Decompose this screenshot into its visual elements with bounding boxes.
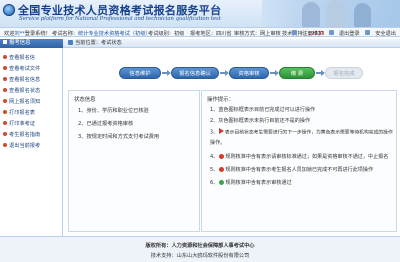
step-payment[interactable]: 缴 费 <box>279 67 315 79</box>
help-item: 1、蓝色图标框表示目前已完成过可以进行操作 <box>210 107 316 113</box>
step-confirm-info[interactable]: 报名信息确认 <box>171 67 219 79</box>
exam-level: 考试级别：初级 <box>148 30 185 37</box>
link-register[interactable]: 注册维护 <box>292 30 323 37</box>
step-arrow <box>220 70 229 76</box>
step-arrow <box>316 70 325 76</box>
exam-name: 考试名称：统计专业技术资格考试（初级） <box>52 30 151 37</box>
user-icon <box>292 30 298 35</box>
site-subtitle: Service platform for National Profession… <box>19 16 221 22</box>
logout-icon <box>328 30 334 35</box>
bullet-icon <box>3 143 7 147</box>
sidebar-item-guidelines[interactable]: 网上报名须知 <box>3 98 61 107</box>
help-item: 2、灰色图标框表示未执行目前还不是的操作 <box>210 118 311 124</box>
sidebar-item-guide[interactable]: 考生报名指南 <box>3 131 61 140</box>
sidebar-item-print-form[interactable]: 打印报名表 <box>3 109 61 118</box>
tech-support: 技术支持：山东山大鸥玛软件股份有限公司 <box>150 253 250 259</box>
sidebar-item-view-info[interactable]: 查看报名信 <box>3 54 61 63</box>
link-logout[interactable]: 退出登录 <box>328 30 360 37</box>
review-mode: 审核方式：网上审核 <box>234 30 281 37</box>
bullet-icon <box>3 110 7 114</box>
help-panel: 操作提示： 1、蓝色图标框表示目前已完成过可以进行操作 2、灰色图标框表示未执行… <box>201 90 397 232</box>
help-item: 操作。 <box>210 140 226 146</box>
status-panel: 状态信息 1、身份、学历和职业位已核验 2、已通过报考资格审核 3、按规定时间和… <box>68 90 200 232</box>
bullet-icon <box>3 121 7 125</box>
title-row: 报考信息 当前位置：考试状态 <box>0 39 400 48</box>
bullet-icon <box>3 77 7 81</box>
step-info-maintenance[interactable]: 信息维护 <box>119 67 161 79</box>
help-panel-title: 操作提示： <box>207 97 234 103</box>
locked-icon <box>219 166 225 172</box>
status-item: 2、已通过报考资格审核 <box>78 121 134 127</box>
bullet-icon <box>3 132 7 136</box>
bullet-icon <box>3 66 7 70</box>
page: 全国专业技术人员资格考试报名服务平台 Service platform for … <box>0 0 400 262</box>
help-item: 3、 表示目前状态考生需要进行的下一步操作，为黄色表示需要等待机构完成的操作 <box>210 128 393 136</box>
copyright: 版权所有：人力资源和社会保障部人事考试中心 <box>145 243 255 249</box>
site-header: 全国专业技术人员资格考试报名服务平台 Service platform for … <box>0 0 400 27</box>
footer: 版权所有：人力资源和社会保障部人事考试中心 技术支持：山东山大鸥玛软件股份有限公… <box>0 236 400 262</box>
help-item: 4、 规则核准中含有表示请审核标准通过；如果是资格审核不通过，中止报名 <box>210 153 389 160</box>
main-content: 信息维护 报名信息确认 资格审核 缴 费 报名完成 状态信息 1、身份、学历和职… <box>63 48 400 236</box>
breadcrumb: 当前位置：考试状态 <box>63 39 400 48</box>
failed-icon <box>219 153 225 159</box>
progress-steps: 信息维护 报名信息确认 资格审核 缴 费 报名完成 <box>119 67 400 81</box>
exam-region: 报考地区：四川省 <box>190 30 232 37</box>
status-item: 3、按规定时间和方式支付考试费用 <box>78 134 160 140</box>
link-safe-exit[interactable]: 安全退出 <box>365 30 396 37</box>
help-item: 6、 规则核准中含有表示审核通过 <box>210 179 292 186</box>
sidebar: 查看报名信 查看考试文件 查看报名信息 查看报名状态 网上报名须知 打印报名表 … <box>0 48 63 236</box>
sidebar-item-exam-files[interactable]: 查看考试文件 <box>3 65 61 74</box>
home-icon <box>68 39 73 45</box>
step-qualification-review[interactable]: 资格审核 <box>229 67 269 79</box>
step-arrow <box>270 70 279 76</box>
breadcrumb-current: 考试状态 <box>100 40 122 46</box>
logo-icon <box>3 4 15 16</box>
step-arrow <box>162 70 171 76</box>
help-item: 5、 规则核准中含有表示考生报名人员加锁已完成不可再进行此项操作 <box>210 166 374 173</box>
menu-icon <box>3 40 7 44</box>
welcome-text: 欢迎刘**登录系统！ <box>4 30 51 37</box>
sidebar-item-exit[interactable]: 退出当前报考 <box>3 142 61 151</box>
sidebar-item-registration-status[interactable]: 查看报名状态 <box>3 87 61 96</box>
bullet-icon <box>3 88 7 92</box>
step-complete: 报名完成 <box>325 67 363 79</box>
user-info-bar: 欢迎刘**登录系统！ 考试名称：统计专业技术资格考试（初级） 考试级别：初级 报… <box>0 27 400 37</box>
status-panel-title: 状态信息 <box>74 97 96 103</box>
sidebar-header: 报考信息 <box>0 39 63 48</box>
header-banner-image <box>262 0 400 27</box>
exit-icon <box>365 30 371 35</box>
top-links: 注册维护 退出登录 安全退出 <box>288 30 396 37</box>
bullet-icon <box>3 99 7 103</box>
next-step-icon <box>218 128 224 134</box>
sidebar-item-print-admission[interactable]: 打印准考证 <box>3 120 61 129</box>
status-item: 1、身份、学历和职业位已核验 <box>78 108 149 114</box>
passed-icon <box>219 179 225 185</box>
bullet-icon <box>3 55 7 59</box>
sidebar-item-registration-info[interactable]: 查看报名信息 <box>3 76 61 85</box>
